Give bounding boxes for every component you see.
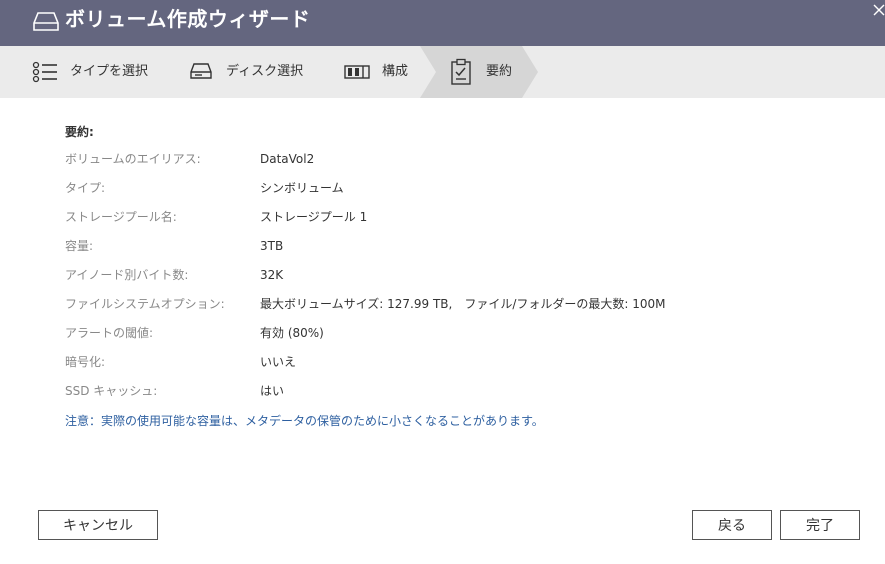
summary-key: タイプ:	[65, 181, 106, 195]
summary-key: SSD キャッシュ:	[65, 384, 158, 398]
step-label: タイプを選択	[70, 64, 149, 79]
drive-icon	[33, 12, 59, 31]
window-title: ボリューム作成ウィザード	[65, 7, 311, 31]
step-select-type: タイプを選択	[0, 46, 180, 98]
step-summary: 要約	[440, 46, 530, 98]
summary-key: ボリュームのエイリアス:	[65, 152, 201, 166]
wizard-steps: タイプを選択 ディスク選択 構成 要約	[0, 46, 885, 98]
summary-value: シンボリューム	[260, 181, 344, 195]
summary-key: ストレージプール名:	[65, 210, 177, 224]
step-label: 構成	[382, 64, 409, 79]
back-button[interactable]: 戻る	[692, 510, 772, 540]
clipboard-check-icon	[451, 58, 471, 85]
step-configure: 構成	[330, 46, 420, 98]
summary-key: 容量:	[65, 239, 94, 253]
summary-key: アラートの閾値:	[65, 326, 154, 340]
summary-value: 32K	[260, 268, 284, 282]
title-bar: ボリューム作成ウィザード	[0, 0, 885, 46]
summary-value: DataVol2	[260, 152, 315, 166]
summary-heading: 要約:	[65, 125, 94, 139]
disk-icon	[190, 63, 212, 79]
list-icon	[32, 61, 57, 83]
summary-value: 3TB	[260, 239, 284, 253]
summary-value: 有効 (80%)	[260, 326, 324, 340]
summary-key: アイノード別バイト数:	[65, 268, 189, 282]
step-label: ディスク選択	[226, 64, 304, 79]
summary-key: 暗号化:	[65, 355, 106, 369]
step-disk-select: ディスク選択	[180, 46, 330, 98]
finish-button[interactable]: 完了	[780, 510, 860, 540]
step-label: 要約	[486, 64, 513, 79]
close-icon[interactable]	[872, 3, 885, 17]
raid-icon	[344, 65, 370, 79]
capacity-note: 注意：実際の使用可能な容量は、メタデータの保管のために小さくなることがあります。	[65, 414, 544, 428]
summary-key: ファイルシステムオプション:	[65, 297, 225, 311]
summary-value: 最大ボリュームサイズ: 127.99 TB, ファイル/フォルダーの最大数: 1…	[260, 297, 666, 311]
summary-value: いいえ	[260, 355, 297, 369]
cancel-button[interactable]: キャンセル	[38, 510, 158, 540]
summary-value: はい	[260, 384, 285, 398]
summary-value: ストレージプール 1	[260, 210, 368, 224]
